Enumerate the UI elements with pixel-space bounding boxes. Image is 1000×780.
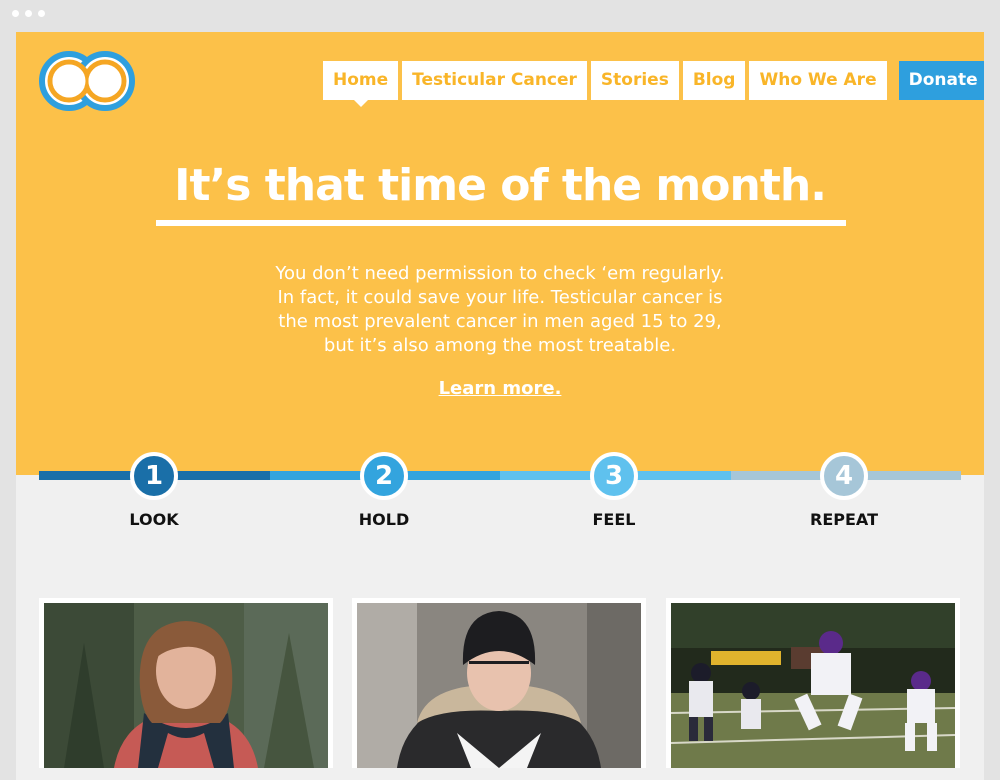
page-title: It’s that time of the month. (174, 160, 827, 211)
step-label: REPEAT (810, 510, 878, 529)
step-hold[interactable]: 2 HOLD (324, 452, 444, 529)
nav-home[interactable]: Home (323, 61, 399, 107)
logo-icon[interactable] (38, 50, 136, 112)
headline-underline (156, 220, 846, 226)
story-card-football[interactable] (666, 598, 960, 768)
main-nav: Home Testicular Cancer Stories Blog Who … (323, 61, 984, 107)
nav-blog[interactable]: Blog (682, 61, 746, 100)
nav-who-we-are[interactable]: Who We Are (749, 61, 887, 100)
step-label: HOLD (358, 510, 410, 529)
step-repeat[interactable]: 4 REPEAT (784, 452, 904, 529)
football-game-image (671, 603, 955, 768)
intro-text: You don’t need permission to check ‘em r… (275, 263, 725, 356)
window-dots (12, 10, 45, 17)
nav-testicular-cancer[interactable]: Testicular Cancer (402, 61, 587, 100)
browser-viewport: Home Testicular Cancer Stories Blog Who … (16, 32, 984, 780)
step-number-badge: 3 (590, 452, 638, 500)
nav-stories[interactable]: Stories (590, 61, 679, 100)
story-card-woman[interactable] (39, 598, 333, 768)
hero-section: Home Testicular Cancer Stories Blog Who … (16, 32, 984, 475)
learn-more-link[interactable]: Learn more. (439, 378, 562, 399)
young-man-portrait-image (357, 603, 641, 768)
step-feel[interactable]: 3 FEEL (554, 452, 674, 529)
step-number-badge: 1 (130, 452, 178, 500)
story-card-young-man[interactable] (352, 598, 646, 768)
step-label: FEEL (592, 510, 636, 529)
step-number-badge: 2 (360, 452, 408, 500)
learn-more-wrapper: Learn more. (16, 378, 984, 399)
step-number-badge: 4 (820, 452, 868, 500)
step-label: LOOK (129, 510, 179, 529)
donate-button[interactable]: Donate (898, 61, 984, 100)
woman-portrait-image (44, 603, 328, 768)
step-look[interactable]: 1 LOOK (94, 452, 214, 529)
